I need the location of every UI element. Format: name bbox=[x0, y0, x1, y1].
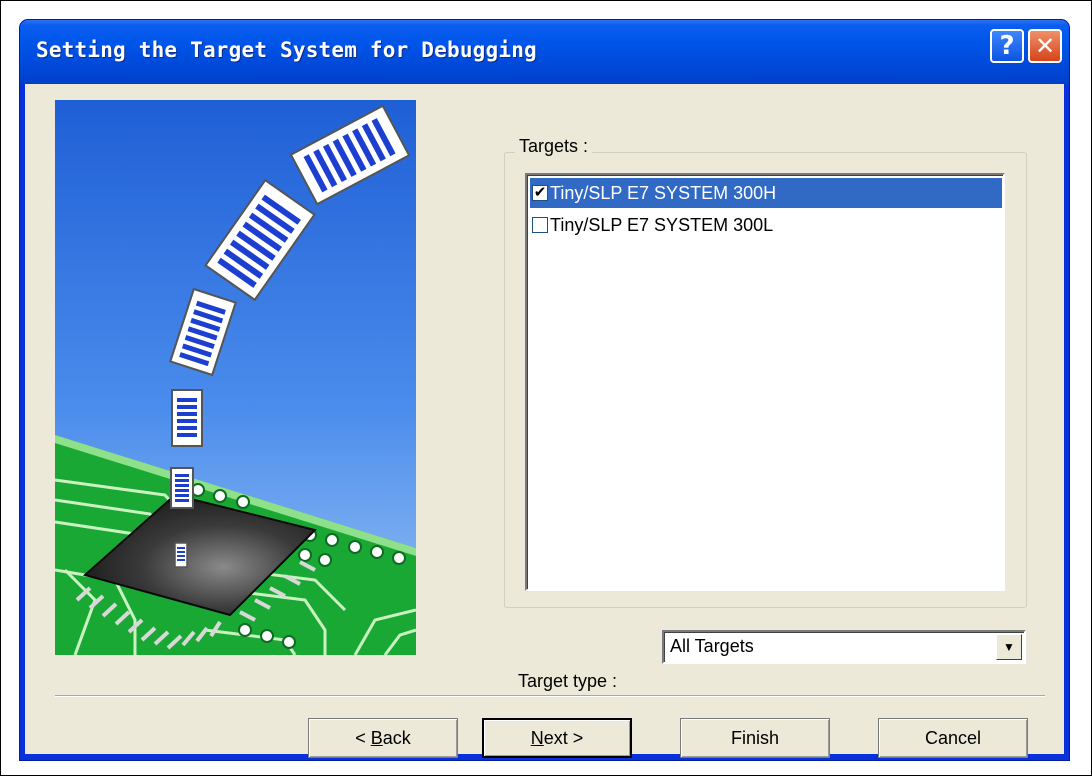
back-rest: ack bbox=[382, 728, 411, 748]
window-title: Setting the Target System for Debugging bbox=[36, 38, 537, 62]
wizard-illustration bbox=[55, 100, 416, 655]
target-type-value: All Targets bbox=[670, 636, 754, 656]
button-separator bbox=[55, 695, 1045, 697]
chevron-down-icon[interactable]: ▼ bbox=[996, 634, 1022, 660]
check-icon[interactable]: ✔ bbox=[532, 185, 548, 201]
back-prefix: < bbox=[355, 728, 371, 748]
next-mnemonic: N bbox=[530, 728, 544, 748]
back-button[interactable]: < Back bbox=[308, 718, 458, 758]
title-bar[interactable]: Setting the Target System for Debugging … bbox=[20, 20, 1069, 84]
next-button[interactable]: Next > bbox=[482, 718, 632, 758]
target-item-300h[interactable]: ✔ Tiny/SLP E7 SYSTEM 300H bbox=[530, 178, 1002, 208]
targets-group-label: Targets : bbox=[515, 136, 593, 157]
finish-button[interactable]: Finish bbox=[680, 718, 830, 758]
help-icon[interactable]: ? bbox=[990, 29, 1024, 63]
target-item-label: Tiny/SLP E7 SYSTEM 300L bbox=[550, 215, 774, 235]
close-icon[interactable]: ✕ bbox=[1028, 29, 1062, 63]
targets-list[interactable]: ✔ Tiny/SLP E7 SYSTEM 300H Tiny/SLP E7 SY… bbox=[525, 173, 1005, 591]
next-rest: ext > bbox=[543, 728, 584, 748]
target-item-label: Tiny/SLP E7 SYSTEM 300H bbox=[550, 183, 777, 203]
dialog-body: Targets : ✔ Tiny/SLP E7 SYSTEM 300H Tiny… bbox=[25, 84, 1064, 758]
checkbox-unchecked[interactable] bbox=[532, 217, 548, 233]
target-item-300l[interactable]: Tiny/SLP E7 SYSTEM 300L bbox=[530, 210, 1002, 240]
target-type-label: Target type : bbox=[518, 671, 618, 691]
target-type-dropdown[interactable]: All Targets ▼ bbox=[662, 630, 1026, 664]
back-mnemonic: B bbox=[370, 728, 383, 748]
wizard-dialog: Setting the Target System for Debugging … bbox=[20, 20, 1069, 760]
cancel-button[interactable]: Cancel bbox=[878, 718, 1028, 758]
